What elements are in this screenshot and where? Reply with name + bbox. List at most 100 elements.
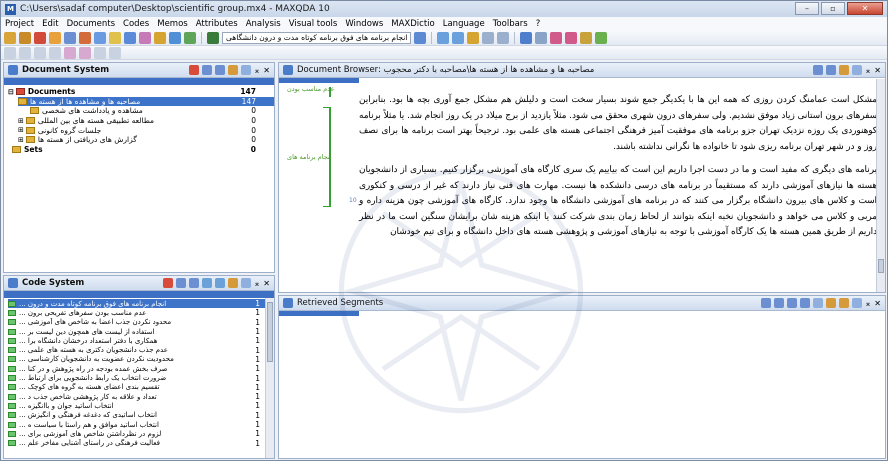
layout-icon[interactable] [109,46,121,59]
code-row[interactable]: انجام برنامه های فوق برنامه کوتاه مدت و … [8,299,274,309]
code-row[interactable]: انتخاب اساتید جوان و باانگیزه ... 1 [8,401,274,410]
code-row[interactable]: استفاده از لیست های همچون دین لیست بر ..… [8,327,274,336]
document-group-row[interactable]: مشاهده و یادداشت های شخصی 0 [30,106,274,116]
menu-attributes[interactable]: Attributes [196,19,238,29]
menu-toolbars[interactable]: Toolbars [493,19,528,29]
sets-row[interactable]: Sets 0 [12,145,274,155]
code-favorites-icon[interactable] [214,278,225,288]
search-icon[interactable] [240,65,251,75]
code-row[interactable]: عدم مناسب بودن سفرهای تفریحی برون ... 1 [8,308,274,317]
close-panel-icon[interactable]: ✕ [874,299,881,308]
expand-icon[interactable]: ⊞ [18,136,24,144]
document-group-row[interactable]: ⊞ جلسات گروه کانونی 0 [18,125,274,135]
text-search-icon[interactable] [124,31,136,44]
search-icon[interactable] [240,278,251,288]
activate-codes-icon[interactable] [227,278,238,288]
code-system-scrollbar[interactable] [265,298,274,458]
delete-icon[interactable] [34,31,46,44]
move-up-icon[interactable] [19,46,31,59]
menu-codes[interactable]: Codes [123,19,149,29]
close-panel-icon[interactable]: ✕ [263,279,270,288]
new-text-icon[interactable] [214,65,225,75]
code-set-icon[interactable] [188,278,199,288]
scroll-thumb[interactable] [878,259,884,273]
menu-analysis[interactable]: Analysis [246,19,281,29]
code-matrix-icon[interactable] [169,31,181,44]
import-icon[interactable] [201,65,212,75]
table-icon[interactable] [109,31,121,44]
activate-all-icon[interactable] [227,65,238,75]
export-icon[interactable] [760,298,771,308]
sigma-icon[interactable] [520,31,533,44]
code-relations-icon[interactable] [184,31,196,44]
sort-codes-icon[interactable] [201,278,212,288]
pin-icon[interactable]: ⌅ [254,279,261,288]
menu-language[interactable]: Language [443,19,485,29]
search-icon[interactable] [851,65,862,75]
menu-maxdictio[interactable]: MAXDictio [391,19,434,29]
code-stripe-label[interactable]: انجام برنامه های [287,153,332,161]
pin-icon[interactable] [467,31,480,44]
move-down-icon[interactable] [34,46,46,59]
expand-icon[interactable]: ⊞ [18,126,24,134]
stats-icon[interactable] [535,31,548,44]
dictio-icon[interactable] [550,31,563,44]
menu-memos[interactable]: Memos [157,19,187,29]
pin-icon[interactable]: ⌅ [865,299,872,308]
expand-icon[interactable]: ⊞ [18,117,24,125]
code-quick-icon[interactable] [414,31,427,44]
code-row[interactable]: تعداد و علاقه به کار پژوهشی شاخص جذب د .… [8,392,274,401]
close-panel-icon[interactable]: ✕ [874,66,881,75]
search-icon[interactable] [94,31,106,44]
code-row[interactable]: فعالیت فرهنگی در راستای آشنایی مفاخر علم… [8,438,274,448]
code-row[interactable]: لزوم در نظرداشتن شاخص های آموزشی برای ..… [8,429,274,438]
close-button[interactable]: ✕ [847,2,883,15]
align-bottom-icon[interactable] [49,46,61,59]
prev-segment-icon[interactable] [825,298,836,308]
code-stripe-label[interactable]: عدم مناسب بودن [287,85,335,93]
code-row[interactable]: انتخاب اساتید موافق و هم راستا با سیاست … [8,420,274,429]
delete-document-icon[interactable] [188,65,199,75]
next-segment-icon[interactable] [838,298,849,308]
code-row[interactable]: همکاری با دفتر استعداد درخشان دانشگاه بر… [8,336,274,345]
code-row[interactable]: صرف بخش عمده بودجه در راه پژوهش و در کنا… [8,364,274,373]
export-icon[interactable] [580,31,593,44]
table-view-icon[interactable] [786,298,797,308]
arrow-left-icon[interactable] [437,31,450,44]
code-row[interactable]: عدم جذب دانشجویان دکتری به هسته های علمی… [8,345,274,355]
memo-icon[interactable] [838,65,849,75]
collapse-icon[interactable]: ⊟ [8,88,14,96]
weight-icon[interactable] [79,46,91,59]
document-group-row[interactable]: مصاحبه ها و مشاهده ها از هسته ها 147 [18,96,274,107]
menu-project[interactable]: Project [5,19,34,29]
align-top-icon[interactable] [4,46,16,59]
visual-tool-icon[interactable] [154,31,166,44]
pin-icon[interactable]: ⌅ [865,66,872,75]
search-icon[interactable] [851,298,862,308]
weight-filter-icon[interactable] [812,298,823,308]
code-combo-box[interactable]: انجام برنامه های فوق برنامه کوتاه مدت و … [222,31,412,44]
code-icon[interactable] [207,31,219,44]
edit-mode-icon[interactable] [825,65,836,75]
grid-icon[interactable] [94,46,106,59]
documents-root[interactable]: ⊟ Documents 147 [8,87,274,97]
menu-documents[interactable]: Documents [67,19,115,29]
help-icon[interactable] [595,31,608,44]
copy-icon[interactable] [64,31,76,44]
menu-help[interactable]: ? [536,19,541,29]
activate-icon[interactable] [139,31,151,44]
menu-visual-tools[interactable]: Visual tools [289,19,338,29]
print-icon[interactable] [773,298,784,308]
scroll-thumb[interactable] [267,302,273,362]
close-panel-icon[interactable]: ✕ [263,66,270,75]
arrow-right-icon[interactable] [452,31,465,44]
code-row[interactable]: انتخاب اساتیدی که دغدغه فرهنگی و انگیزش … [8,411,274,420]
document-group-row[interactable]: ⊞ گزارش های دریافتی از هسته ها 0 [18,135,274,145]
word-freq-icon[interactable] [565,31,578,44]
list-view-icon[interactable] [799,298,810,308]
document-browser-scrollbar[interactable] [876,79,885,292]
open-project-icon[interactable] [4,31,16,44]
code-row[interactable]: ضرورت انتخاب یک رابط دانشجویی برای ارتبا… [8,373,274,383]
minimize-button[interactable]: – [795,2,819,15]
sort-icon[interactable] [497,31,510,44]
